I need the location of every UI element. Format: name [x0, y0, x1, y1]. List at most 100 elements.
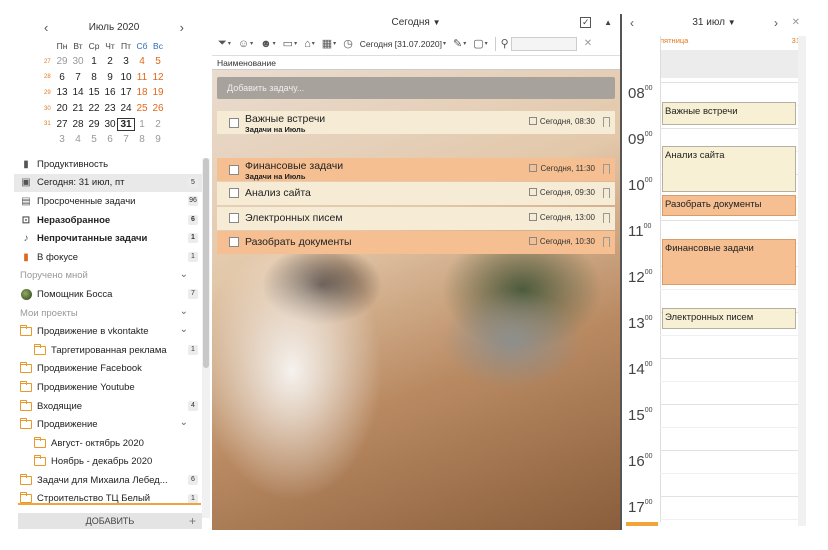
chevron-down-icon[interactable]: ⌄	[180, 306, 188, 317]
calendar-day[interactable]: 4	[70, 134, 86, 145]
grid-calendar-icon[interactable]: ▦ ▾	[322, 37, 336, 50]
show-completed-checkbox[interactable]: ✓	[580, 16, 592, 28]
triangle-down-icon[interactable]: ▼	[433, 18, 441, 27]
task-checkbox[interactable]	[229, 213, 239, 223]
calendar-day[interactable]: 7	[70, 72, 86, 83]
calendar-day[interactable]: 25	[134, 103, 150, 114]
calendar-day[interactable]: 7	[118, 134, 134, 145]
calendar-event[interactable]: Электронных писем	[662, 308, 796, 329]
calendar-day[interactable]: 3	[118, 56, 134, 67]
task-row[interactable]: Анализ сайта Сегодня, 09:30	[217, 182, 615, 205]
chevron-left-icon[interactable]: ‹	[44, 20, 48, 35]
calendar-day[interactable]: 2	[102, 56, 118, 67]
toolbar-date[interactable]: Сегодня [31.07.2020]	[360, 39, 442, 49]
filter-icon[interactable]: ⏷ ▾	[218, 37, 231, 50]
sidebar-item[interactable]: Август- октябрь 2020	[14, 434, 204, 453]
sidebar-scrollbar[interactable]	[202, 158, 210, 518]
calendar-day[interactable]: 5	[150, 56, 166, 67]
sidebar-item[interactable]: ♪ Непрочитанные задачи 1	[14, 229, 204, 248]
sidebar-item[interactable]: Продвижение Youtube	[14, 378, 204, 397]
plus-icon[interactable]: +	[189, 513, 196, 529]
chevron-left-icon[interactable]: ‹	[630, 14, 634, 32]
calendar-day[interactable]: 15	[86, 87, 102, 98]
chevron-down-icon[interactable]: ⌄	[180, 324, 188, 335]
tag-icon[interactable]: ⌂ ▾	[304, 38, 315, 50]
triangle-down-icon[interactable]: ▼	[728, 18, 736, 27]
calendar-event[interactable]: Разобрать документы	[662, 195, 796, 216]
sidebar-item[interactable]: Помощник Босса 7	[14, 285, 204, 304]
flag-icon[interactable]	[603, 237, 610, 247]
calendar-day[interactable]: 21	[70, 103, 86, 114]
calendar-day[interactable]: 6	[102, 134, 118, 145]
triangle-up-icon[interactable]: ▲	[604, 18, 612, 27]
chevron-down-icon[interactable]: ⌄	[180, 269, 188, 280]
sidebar-item[interactable]: ▮ В фокусе 1	[14, 248, 204, 267]
calendar-day[interactable]: 2	[150, 119, 166, 130]
add-task-input[interactable]: Добавить задачу...	[217, 77, 615, 99]
add-button[interactable]: ДОБАВИТЬ +	[18, 513, 202, 529]
sidebar-item[interactable]: ⊡ Неразобранное 6	[14, 211, 204, 230]
calendar-day[interactable]: 13	[54, 87, 70, 98]
scrollbar-thumb[interactable]	[203, 158, 209, 368]
calendar-day[interactable]: 30	[70, 56, 86, 67]
flag-icon[interactable]	[603, 164, 610, 174]
calendar-day[interactable]: 6	[54, 72, 70, 83]
calendar-day[interactable]: 17	[118, 87, 134, 98]
sidebar-item[interactable]: Таргетированная реклама 1	[14, 341, 204, 360]
search-icon[interactable]: ⚲	[501, 37, 509, 50]
sidebar-item[interactable]: Ноябрь - декабрь 2020	[14, 453, 204, 472]
calendar-day[interactable]: 5	[86, 134, 102, 145]
view-icon[interactable]: ▢ ▾	[473, 37, 487, 50]
calendar-day[interactable]: 26	[150, 103, 166, 114]
calendar-event[interactable]: Важные встречи	[662, 102, 796, 125]
task-row[interactable]: Важные встречи Задачи на Июль Сегодня, 08:…	[217, 111, 615, 134]
task-row[interactable]: Финансовые задачи Задачи на Июль Сегодня, …	[217, 158, 615, 181]
calendar-day[interactable]: 14	[70, 87, 86, 98]
calendar-day[interactable]: 22	[86, 103, 102, 114]
calendar-day[interactable]: 30	[102, 119, 118, 130]
calendar-day[interactable]: 29	[54, 56, 70, 67]
close-icon[interactable]: ✕	[792, 14, 800, 32]
sidebar-item[interactable]: Продвижение Facebook	[14, 360, 204, 379]
task-checkbox[interactable]	[229, 188, 239, 198]
task-row[interactable]: Разобрать документы Сегодня, 10:30	[217, 231, 615, 254]
day-view-scrollbar[interactable]	[798, 36, 806, 526]
folder-open-icon[interactable]: ▭ ▾	[283, 37, 297, 50]
sidebar-item[interactable]: Строительство ТЦ Белый 1	[14, 490, 204, 509]
sidebar-item[interactable]: Продвижение ⌄	[14, 415, 204, 434]
clock-icon[interactable]: ◷	[343, 37, 353, 50]
calendar-day[interactable]: 3	[54, 134, 70, 145]
flag-icon[interactable]	[603, 213, 610, 223]
sidebar-item[interactable]: Поручено мной ⌄	[14, 267, 204, 286]
calendar-day[interactable]: 28	[70, 119, 86, 130]
sidebar-item[interactable]: ▮ Продуктивность	[14, 155, 204, 174]
calendar-event[interactable]: Финансовые задачи	[662, 239, 796, 285]
task-checkbox[interactable]	[229, 237, 239, 247]
sidebar-item[interactable]: Мои проекты ⌄	[14, 304, 204, 323]
calendar-day[interactable]: 20	[54, 103, 70, 114]
calendar-day[interactable]: 29	[86, 119, 102, 130]
flag-icon[interactable]	[603, 188, 610, 198]
calendar-day[interactable]: 1	[86, 56, 102, 67]
chevron-right-icon[interactable]: ›	[774, 14, 778, 32]
calendar-day[interactable]: 16	[102, 87, 118, 98]
calendar-day[interactable]: 9	[150, 134, 166, 145]
calendar-day[interactable]: 8	[134, 134, 150, 145]
calendar-day[interactable]: 10	[118, 72, 134, 83]
calendar-day[interactable]: 23	[102, 103, 118, 114]
calendar-day[interactable]: 27	[54, 119, 70, 130]
chevron-right-icon[interactable]: ›	[180, 20, 184, 35]
close-icon[interactable]: ✕	[584, 38, 592, 49]
calendar-day[interactable]: 8	[86, 72, 102, 83]
sidebar-item[interactable]: Входящие 4	[14, 397, 204, 416]
task-checkbox[interactable]	[229, 118, 239, 128]
assignee-icon[interactable]: ☺ ▾	[238, 38, 253, 50]
sidebar-item[interactable]: Задачи для Михаила Лебед... 6	[14, 471, 204, 490]
calendar-day[interactable]: 9	[102, 72, 118, 83]
flag-icon[interactable]	[603, 117, 610, 127]
sidebar-item[interactable]: ▣ Сегодня: 31 июл, пт 5	[14, 173, 204, 193]
calendar-day[interactable]: 31	[117, 117, 135, 131]
chevron-down-icon[interactable]: ⌄	[180, 417, 188, 428]
calendar-day[interactable]: 11	[134, 72, 150, 83]
task-row[interactable]: Электронных писем Сегодня, 13:00	[217, 207, 615, 230]
